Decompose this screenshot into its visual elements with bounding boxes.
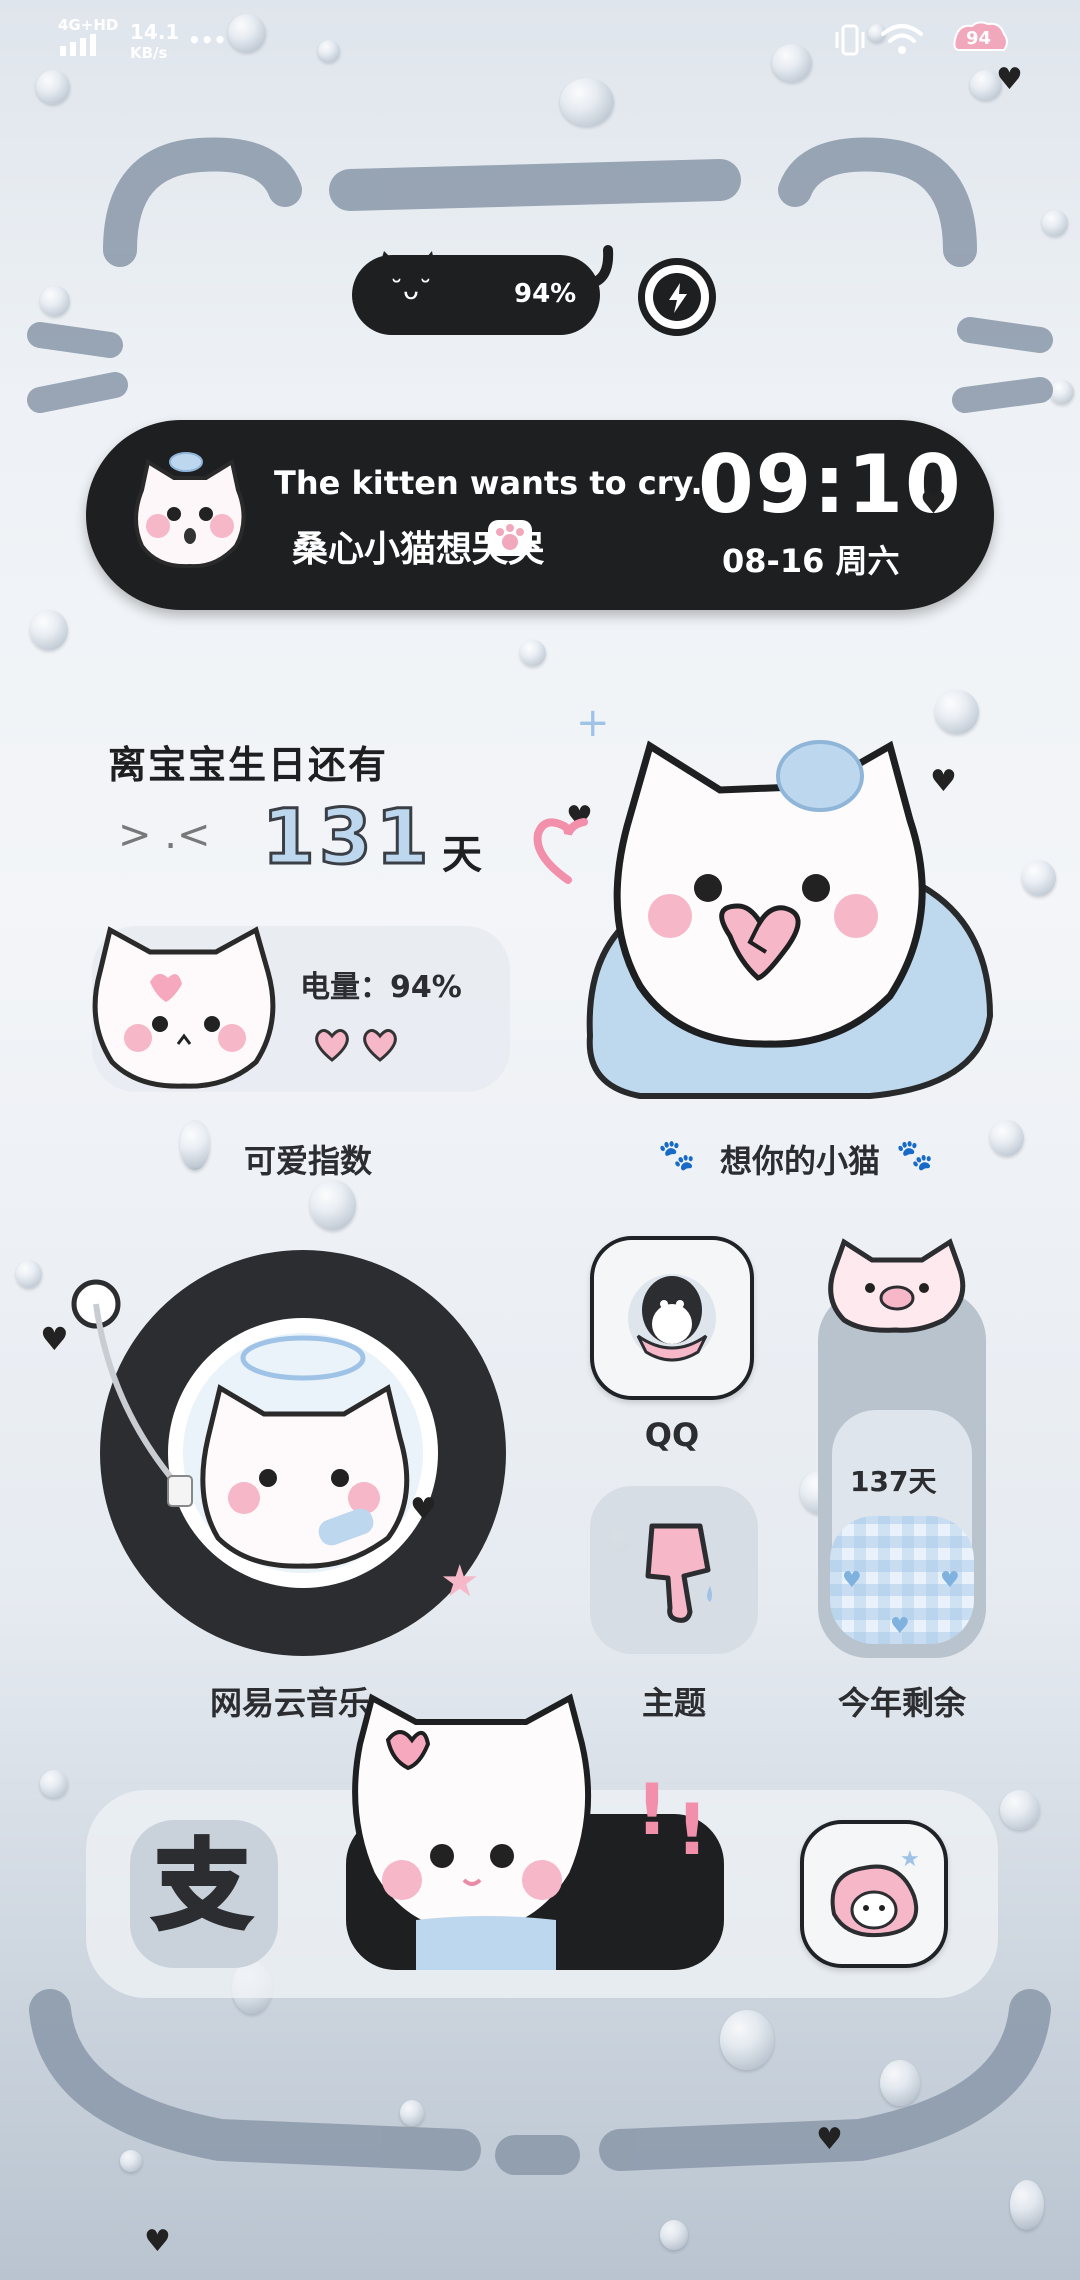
- battery-level: 94: [966, 28, 992, 49]
- heart-icon: ♥: [930, 764, 957, 799]
- vibrate-icon: [832, 22, 868, 62]
- year-remaining-label: 今年剩余: [837, 1684, 966, 1722]
- network-type: 4G+HD: [58, 16, 119, 34]
- heart-icon: ♥: [40, 1320, 69, 1358]
- status-bar: 4G+HD 14.1 KB/s ••• 94: [0, 0, 1080, 80]
- hearts-rating-icon: [312, 1024, 402, 1068]
- svg-text:˘ᴗ˘: ˘ᴗ˘: [390, 276, 432, 306]
- banner-title-en: The kitten wants to cry.: [274, 464, 703, 502]
- heart-icon: ♥: [996, 62, 1023, 97]
- cute-index-label: 可爱指数: [243, 1142, 372, 1180]
- alipay-app-icon[interactable]: 支: [130, 1820, 278, 1968]
- alipay-glyph: 支: [152, 1830, 253, 1942]
- heart-icon: ♥: [920, 486, 947, 521]
- kitten-avatar: [128, 450, 252, 574]
- crying-kitten-icon: [86, 912, 286, 1092]
- clock-date: 08-16 周六: [722, 542, 900, 580]
- birthday-days[interactable]: 131: [261, 791, 433, 883]
- heart-icon: ♥: [816, 2122, 843, 2157]
- remaining-days: 137天: [850, 1465, 937, 1498]
- theme-app-icon[interactable]: [590, 1486, 758, 1654]
- heart-icon: ♥: [144, 2224, 171, 2259]
- piggy-icon: [822, 1234, 972, 1338]
- birthday-unit: 天: [442, 832, 482, 878]
- paws-icon: 🐾: [658, 1138, 696, 1173]
- heart-icon: ♥: [410, 1492, 437, 1527]
- paw-badge-icon: [488, 520, 532, 556]
- birthday-heading: 离宝宝生日还有: [108, 743, 389, 787]
- svg-text:!: !: [676, 1789, 708, 1871]
- battery-pill: ˘ᴗ˘ 94%: [352, 251, 600, 335]
- birthday-emoticon: > .<: [118, 812, 211, 858]
- net-speed-value: 14.1: [130, 20, 180, 44]
- qq-app-icon[interactable]: [590, 1236, 754, 1400]
- black-cat-tail-icon: [579, 244, 620, 298]
- plaid-card-icon: ♥ ♥ ♥: [830, 1516, 974, 1644]
- kitty-app-icon[interactable]: ★: [800, 1820, 948, 1968]
- svg-text:★: ★: [900, 1847, 920, 1872]
- paw-icon: 🐾: [896, 1138, 934, 1173]
- black-cat-icon: ˘ᴗ˘: [362, 241, 472, 335]
- cute-battery-label: 电量：94%: [300, 970, 462, 1005]
- wifi-icon: [880, 20, 924, 62]
- svg-text:!: !: [636, 1769, 668, 1851]
- missing-you-label: 想你的小猫: [720, 1142, 881, 1180]
- battery-icon: 94: [952, 20, 1010, 58]
- year-remaining-widget[interactable]: 137天 ♥ ♥ ♥: [818, 1290, 986, 1658]
- dock-kitten-widget[interactable]: ! !: [346, 1684, 726, 1974]
- qq-label: QQ: [644, 1416, 700, 1454]
- battery-percent: 94%: [514, 279, 577, 309]
- net-speed-unit: KB/s: [130, 44, 168, 62]
- more-notifications-icon: •••: [188, 28, 227, 52]
- clock-banner-widget[interactable]: The kitten wants to cry. 桑心小猫想哭哭 09:10 0…: [86, 420, 994, 610]
- charging-icon[interactable]: [638, 258, 716, 336]
- pink-star-icon: ★: [440, 1556, 480, 1607]
- tonearm-icon: [60, 1266, 210, 1520]
